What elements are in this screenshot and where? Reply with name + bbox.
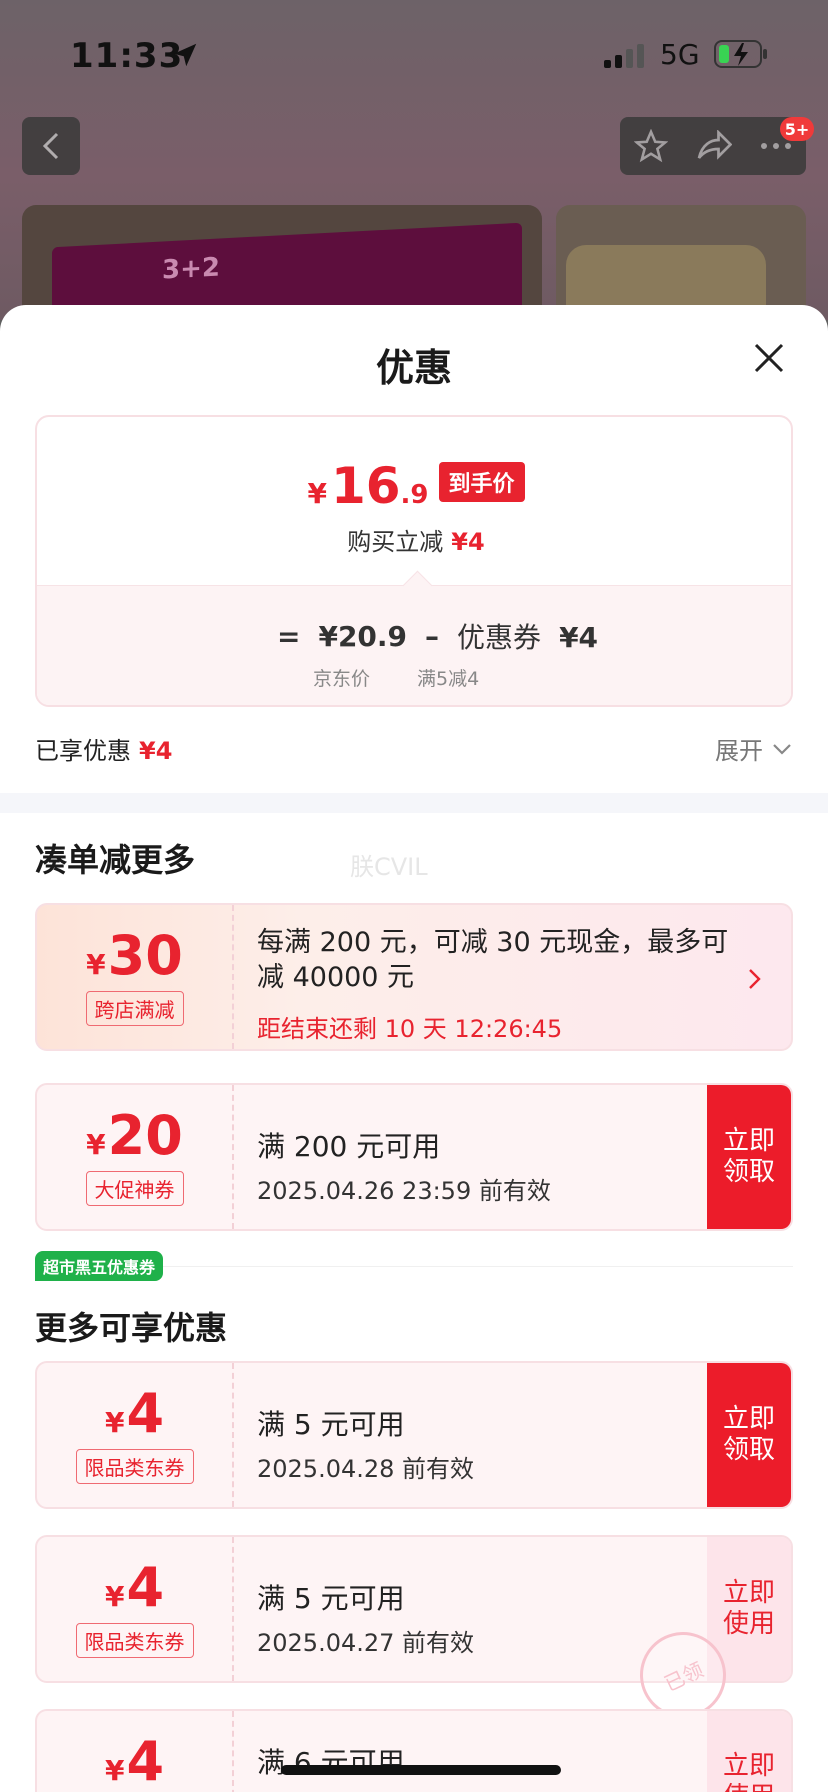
coupon-amount-block: ¥4 限品类东券 xyxy=(37,1363,232,1507)
instant-discount-line: 购买立减 ¥4 xyxy=(37,522,791,557)
message-badge: 5+ xyxy=(780,117,814,141)
signal-icon xyxy=(604,44,644,68)
jd-price: ¥20.9 xyxy=(318,619,408,653)
coupon-tag: 限品类东券 xyxy=(75,1622,194,1658)
coupon-amount-block: ¥4 xyxy=(37,1711,232,1792)
discount-sheet: 优惠 ¥ 16 .9 到手价 购买立减 ¥4 = ¥20.9 – 优惠券 ¥4 京东… xyxy=(0,305,828,1792)
jd-price-label: 京东价 xyxy=(313,668,371,690)
chevron-right-icon xyxy=(749,969,761,989)
enjoyed-label: 已享优惠 xyxy=(35,737,131,765)
final-price: ¥ 16 .9 到手价 xyxy=(37,457,791,515)
star-icon[interactable] xyxy=(634,129,668,163)
use-coupon-label: 立即使用 xyxy=(722,1577,775,1639)
coupon-tag: 限品类东券 xyxy=(75,1448,194,1484)
enjoyed-amount: ¥4 xyxy=(139,737,173,765)
price-breakdown: = ¥20.9 – 优惠券 ¥4 京东价 满5减4 xyxy=(37,585,791,705)
status-bar: 11:33 5G xyxy=(0,0,828,110)
battery-charging-icon xyxy=(714,40,767,68)
coupon-validity: 2025.04.28 前有效 xyxy=(257,1455,475,1483)
section-title-more-discounts: 更多可享优惠 xyxy=(35,1309,228,1347)
currency-symbol: ¥ xyxy=(104,1579,125,1613)
currency-symbol: ¥ xyxy=(104,1754,125,1787)
currency-symbol: ¥ xyxy=(86,947,106,981)
coupon-amount-value: 20 xyxy=(107,1103,183,1167)
chevron-down-icon xyxy=(773,743,791,755)
section-divider xyxy=(0,793,828,813)
section-title-more-orders: 凑单减更多 xyxy=(35,841,196,879)
expand-toggle[interactable]: 展开 xyxy=(715,731,793,766)
watermark: 朕CVIL xyxy=(350,853,428,881)
promo-countdown: 距结束还剩 10 天 12:26:45 xyxy=(257,1015,563,1043)
more-icon[interactable] xyxy=(760,141,792,151)
claim-coupon-label: 立即领取 xyxy=(722,1403,775,1465)
price-equation: = ¥20.9 – 优惠券 ¥4 xyxy=(277,616,616,656)
network-type: 5G xyxy=(660,38,700,71)
coupon-amount-value: 4 xyxy=(126,1381,165,1445)
chevron-left-icon xyxy=(42,132,59,160)
instant-discount-label: 购买立减 xyxy=(347,528,444,556)
status-time: 11:33 xyxy=(70,36,184,76)
share-icon[interactable] xyxy=(696,130,732,162)
coupon-amount: ¥4 xyxy=(105,1735,164,1789)
coupon-card: ¥4 满 6 元可用 立即使用 xyxy=(35,1709,793,1792)
coupon-validity: 2025.04.27 前有效 xyxy=(257,1629,475,1657)
use-coupon-button[interactable]: 立即使用 xyxy=(707,1711,791,1792)
currency-symbol: ¥ xyxy=(307,477,327,510)
sheet-title: 优惠 xyxy=(375,346,452,390)
coupon-card: ¥4 限品类东券 满 5 元可用 2025.04.28 前有效 立即领取 xyxy=(35,1361,793,1509)
coupon-separator xyxy=(232,1363,234,1507)
coupon-validity: 2025.04.26 23:59 前有效 xyxy=(257,1177,551,1205)
instant-discount-amount: ¥4 xyxy=(451,528,485,556)
claim-coupon-button[interactable]: 立即领取 xyxy=(707,1085,791,1229)
currency-symbol: ¥ xyxy=(104,1405,125,1439)
coupon-rule: 满5减4 xyxy=(417,668,480,690)
final-price-tag: 到手价 xyxy=(438,462,525,502)
coupon-amount-value: 4 xyxy=(126,1555,165,1619)
use-coupon-label: 立即使用 xyxy=(722,1751,775,1792)
coupon-amount-block: ¥4 限品类东券 xyxy=(37,1537,232,1681)
coupon-separator xyxy=(232,1711,234,1792)
top-toolbar xyxy=(620,117,806,175)
home-indicator xyxy=(281,1765,561,1775)
coupon-separator xyxy=(232,905,234,1049)
claim-coupon-label: 立即领取 xyxy=(722,1125,775,1187)
final-price-dec: .9 xyxy=(400,480,429,510)
coupon-tag: 大促神券 xyxy=(85,1170,184,1206)
coupon-deduction-label: 优惠券 xyxy=(457,621,542,654)
coupon-amount: ¥4 xyxy=(104,1381,165,1445)
coupon-deduction: 优惠券 ¥4 xyxy=(457,616,598,656)
promo-description: 每满 200 元，可减 30 元现金，最多可减 40000 元 xyxy=(257,927,729,994)
close-icon[interactable] xyxy=(748,337,790,379)
promo-tag: 跨店满减 xyxy=(85,990,184,1026)
promo-amount-value: 30 xyxy=(107,923,183,987)
coupon-condition: 满 200 元可用 xyxy=(257,1130,441,1163)
location-arrow-icon xyxy=(173,43,197,67)
promo-amount-block: ¥30 跨店满减 xyxy=(37,905,232,1049)
price-card: ¥ 16 .9 到手价 购买立减 ¥4 = ¥20.9 – 优惠券 ¥4 京东价 满… xyxy=(35,415,793,707)
promo-amount: ¥30 xyxy=(86,923,183,987)
equals-sign: = xyxy=(277,619,301,653)
final-price-int: 16 xyxy=(330,457,401,515)
product-box-text: 3+2 xyxy=(162,252,220,286)
coupon-condition: 满 5 元可用 xyxy=(257,1582,405,1615)
coupon-separator xyxy=(232,1537,234,1681)
enjoyed-discount: 已享优惠 ¥4 xyxy=(35,731,172,766)
coupon-deduction-amount: ¥4 xyxy=(559,621,599,654)
coupon-separator xyxy=(232,1085,234,1229)
back-button[interactable] xyxy=(22,117,80,175)
coupon-condition: 满 6 元可用 xyxy=(257,1746,405,1779)
claim-coupon-button[interactable]: 立即领取 xyxy=(707,1363,791,1507)
minus-sign: – xyxy=(425,619,440,653)
coupon-amount-value: 4 xyxy=(126,1730,165,1792)
coupon-amount: ¥20 xyxy=(86,1103,183,1167)
cross-store-promo-card[interactable]: ¥30 跨店满减 每满 200 元，可减 30 元现金，最多可减 40000 元… xyxy=(35,903,793,1051)
expand-label: 展开 xyxy=(715,737,763,765)
coupon-condition: 满 5 元可用 xyxy=(257,1408,405,1441)
coupon-card-20: ¥20 大促神券 满 200 元可用 2025.04.26 23:59 前有效 … xyxy=(35,1083,793,1231)
coupon-amount-block: ¥20 大促神券 xyxy=(37,1085,232,1229)
coupon-badge: 超市黑五优惠券 xyxy=(35,1251,164,1281)
currency-symbol: ¥ xyxy=(86,1127,106,1161)
coupon-amount: ¥4 xyxy=(104,1555,165,1619)
enjoyed-discount-row: 已享优惠 ¥4 展开 xyxy=(35,727,793,767)
